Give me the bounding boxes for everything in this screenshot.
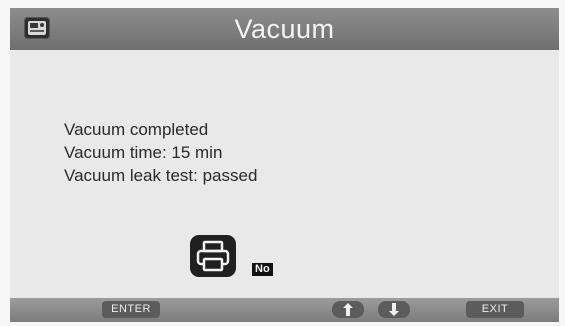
status-line-completed: Vacuum completed — [64, 120, 209, 139]
device-screen: Vacuum Vacuum completed Vacuum time: 15 … — [0, 0, 565, 326]
arrow-down-icon — [389, 303, 399, 316]
status-line-time: Vacuum time: 15 min — [64, 143, 223, 162]
page-title: Vacuum — [234, 14, 335, 44]
arrow-down-button[interactable] — [378, 301, 410, 318]
status-message: Vacuum completed Vacuum time: 15 min Vac… — [64, 118, 257, 187]
softkey-bar: ENTER EXIT — [10, 298, 559, 322]
status-line-leak-test: Vacuum leak test: passed — [64, 166, 258, 185]
enter-button[interactable]: ENTER — [102, 301, 160, 318]
print-choice-value[interactable]: No — [252, 263, 273, 276]
arrow-up-button[interactable] — [332, 301, 364, 318]
arrow-up-icon — [343, 303, 353, 316]
printer-icon[interactable] — [190, 235, 236, 277]
title-bar: Vacuum — [10, 8, 559, 50]
exit-button[interactable]: EXIT — [466, 301, 524, 318]
vacuum-panel: Vacuum Vacuum completed Vacuum time: 15 … — [10, 8, 559, 322]
